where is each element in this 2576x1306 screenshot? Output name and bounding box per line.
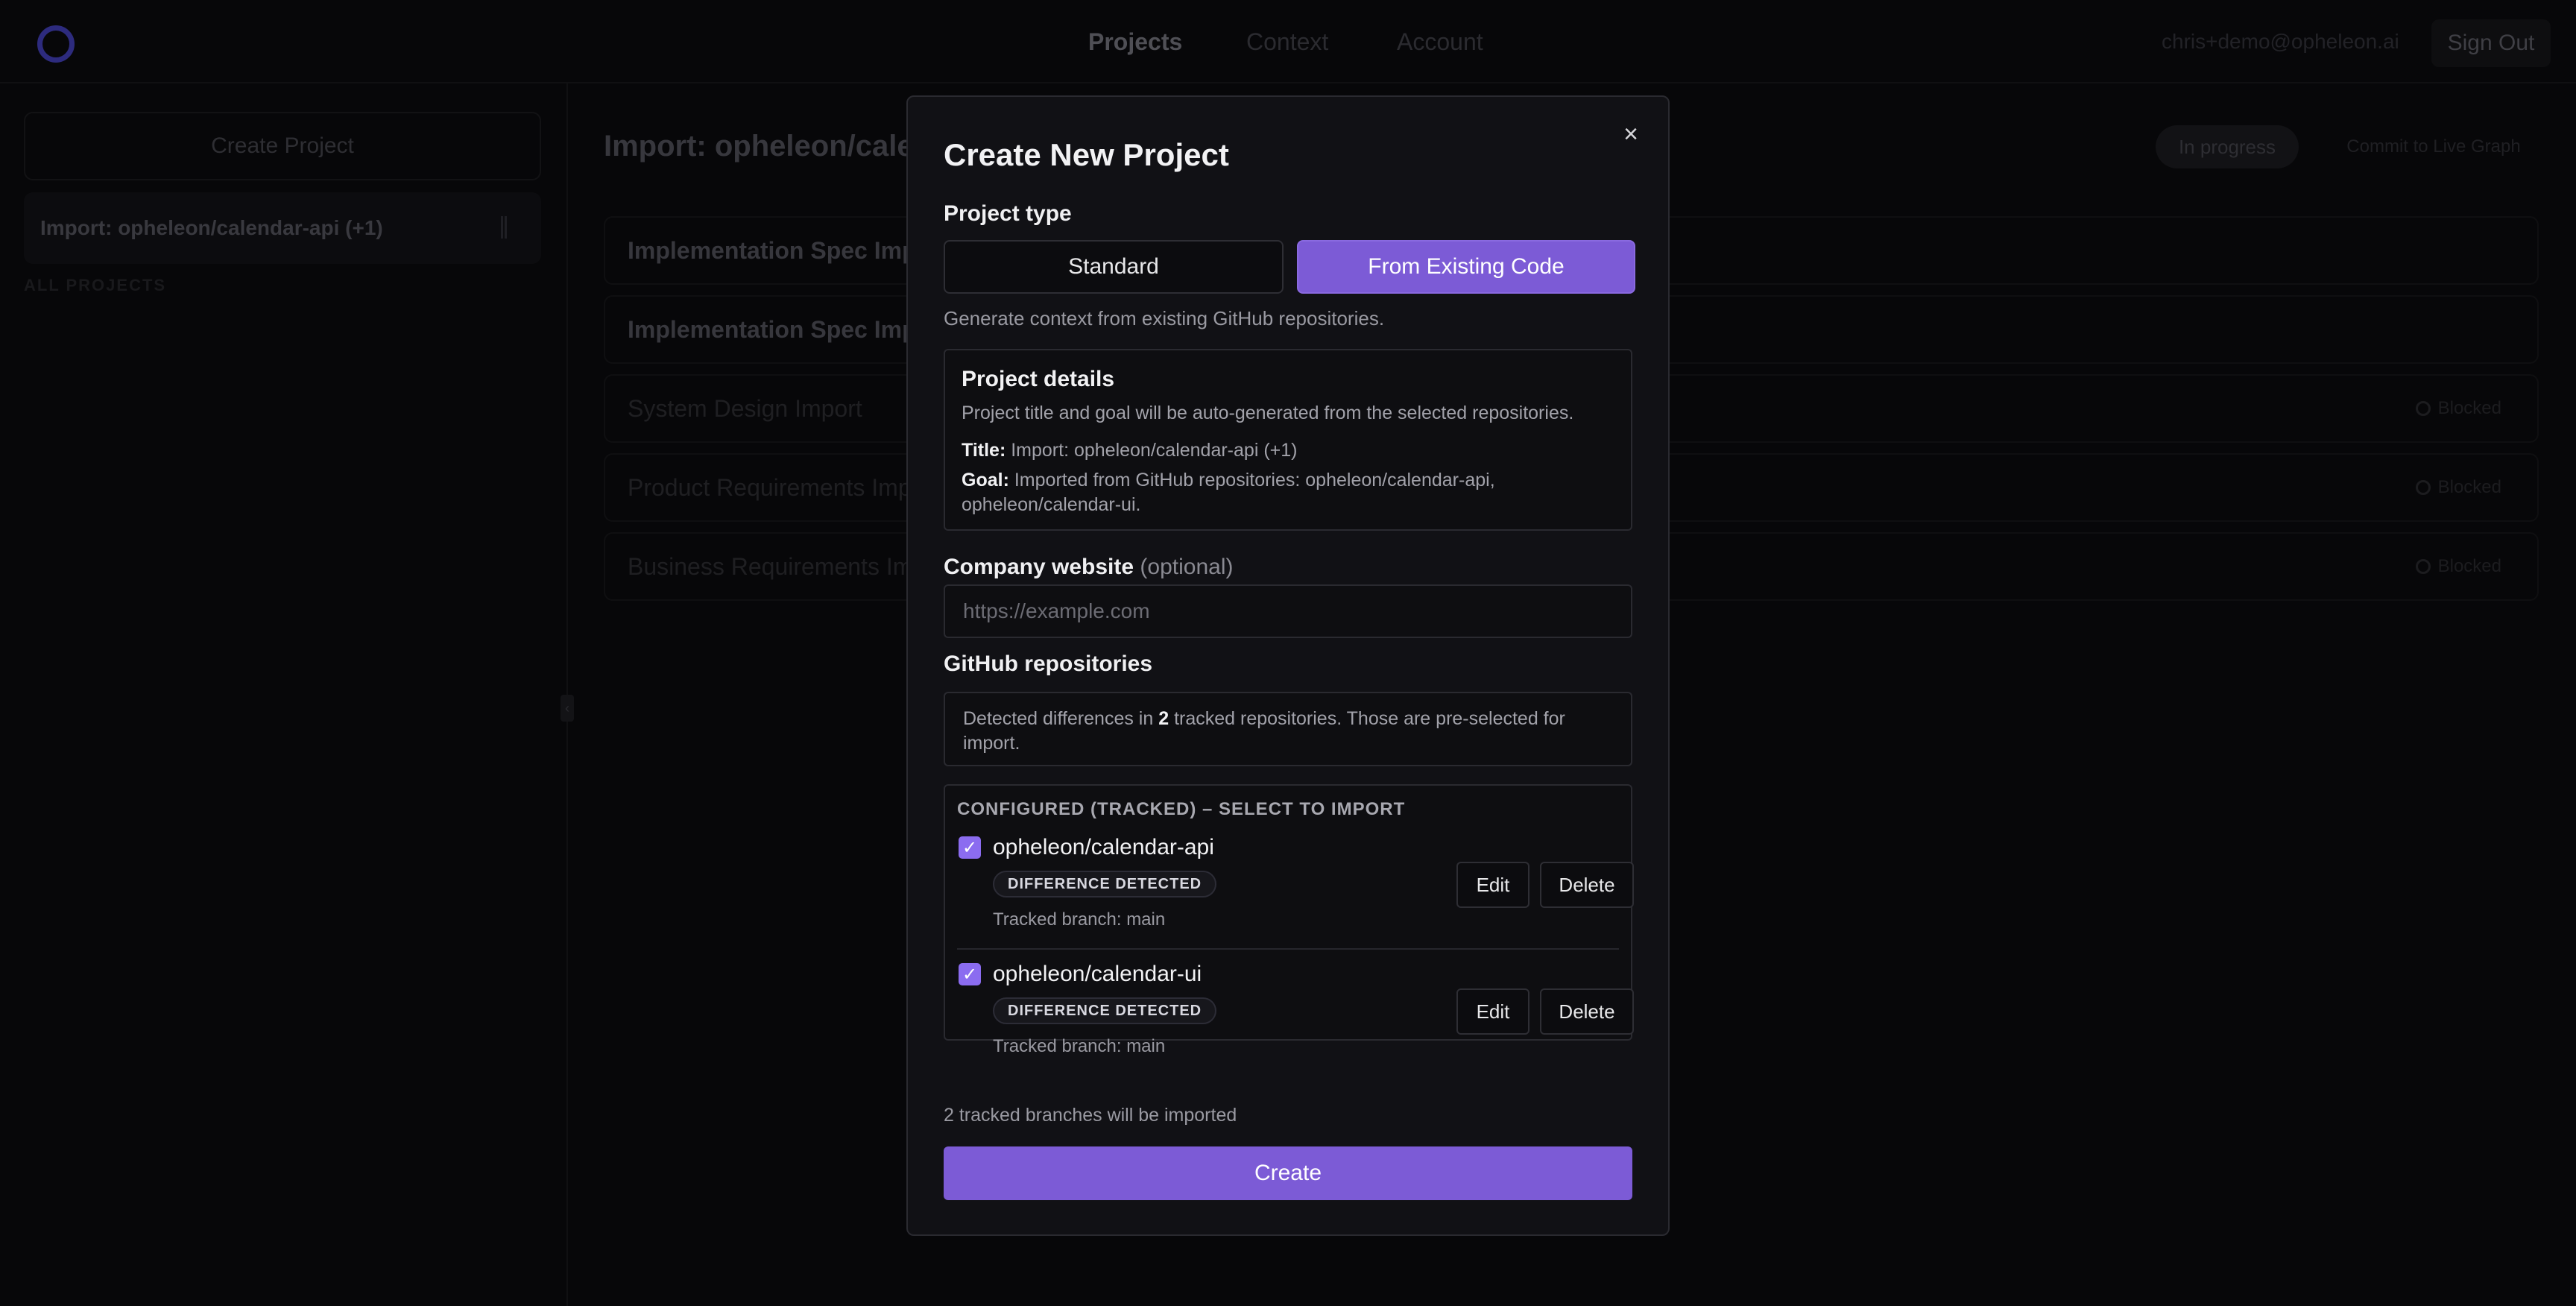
- goal-key: Goal:: [962, 470, 1009, 490]
- delete-button[interactable]: Delete: [1540, 988, 1634, 1035]
- delete-button[interactable]: Delete: [1540, 862, 1634, 908]
- standard-type-button[interactable]: Standard: [944, 240, 1284, 294]
- tracked-branch: Tracked branch: main: [993, 1036, 1166, 1056]
- generated-goal: Goal: Imported from GitHub repositories:…: [962, 468, 1617, 517]
- project-type-helper: Generate context from existing GitHub re…: [944, 307, 1385, 329]
- repo-name: opheleon/calendar-ui: [993, 962, 1202, 986]
- repo-checkbox[interactable]: ✓: [959, 836, 981, 859]
- project-details-description: Project title and goal will be auto-gene…: [962, 403, 1574, 423]
- title-value: Import: opheleon/calendar-api (+1): [1011, 440, 1298, 461]
- close-icon[interactable]: ×: [1616, 119, 1646, 149]
- tracked-section-header: CONFIGURED (TRACKED) – SELECT TO IMPORT: [957, 799, 1406, 819]
- repo-name: opheleon/calendar-api: [993, 835, 1214, 859]
- goal-value: Imported from GitHub repositories: ophel…: [962, 470, 1495, 515]
- project-details-panel: Project details Project title and goal w…: [944, 349, 1632, 531]
- detected-count: 2: [1158, 708, 1169, 729]
- project-type-label: Project type: [944, 201, 1072, 226]
- check-icon: ✓: [962, 964, 978, 985]
- existing-code-type-button[interactable]: From Existing Code: [1297, 240, 1635, 294]
- company-website-input[interactable]: [944, 584, 1632, 638]
- difference-badge: DIFFERENCE DETECTED: [993, 997, 1217, 1024]
- list-item: ✓ opheleon/calendar-api DIFFERENCE DETEC…: [945, 829, 1634, 953]
- check-icon: ✓: [962, 837, 978, 858]
- edit-button[interactable]: Edit: [1456, 862, 1530, 908]
- create-button[interactable]: Create: [944, 1146, 1632, 1200]
- tracked-branch: Tracked branch: main: [993, 909, 1166, 930]
- company-website-label: Company website (optional): [944, 555, 1233, 580]
- company-website-text: Company website: [944, 555, 1134, 579]
- list-item: ✓ opheleon/calendar-ui DIFFERENCE DETECT…: [945, 956, 1634, 1079]
- github-repositories-label: GitHub repositories: [944, 652, 1153, 676]
- import-summary: 2 tracked branches will be imported: [944, 1105, 1237, 1126]
- detected-prefix: Detected differences in: [963, 708, 1154, 729]
- generated-title: Title: Import: opheleon/calendar-api (+1…: [962, 438, 1617, 463]
- repo-checkbox[interactable]: ✓: [959, 963, 981, 985]
- edit-button[interactable]: Edit: [1456, 988, 1530, 1035]
- detected-differences-notice: Detected differences in 2 tracked reposi…: [944, 692, 1632, 766]
- create-project-dialog: × Create New Project Project type Standa…: [906, 95, 1670, 1236]
- difference-badge: DIFFERENCE DETECTED: [993, 871, 1217, 898]
- project-details-title: Project details: [962, 367, 1115, 391]
- row-divider: [957, 948, 1619, 950]
- title-key: Title:: [962, 440, 1006, 461]
- optional-tag: (optional): [1140, 555, 1234, 579]
- dialog-title: Create New Project: [944, 137, 1229, 172]
- tracked-repositories-list: CONFIGURED (TRACKED) – SELECT TO IMPORT …: [944, 784, 1634, 1056]
